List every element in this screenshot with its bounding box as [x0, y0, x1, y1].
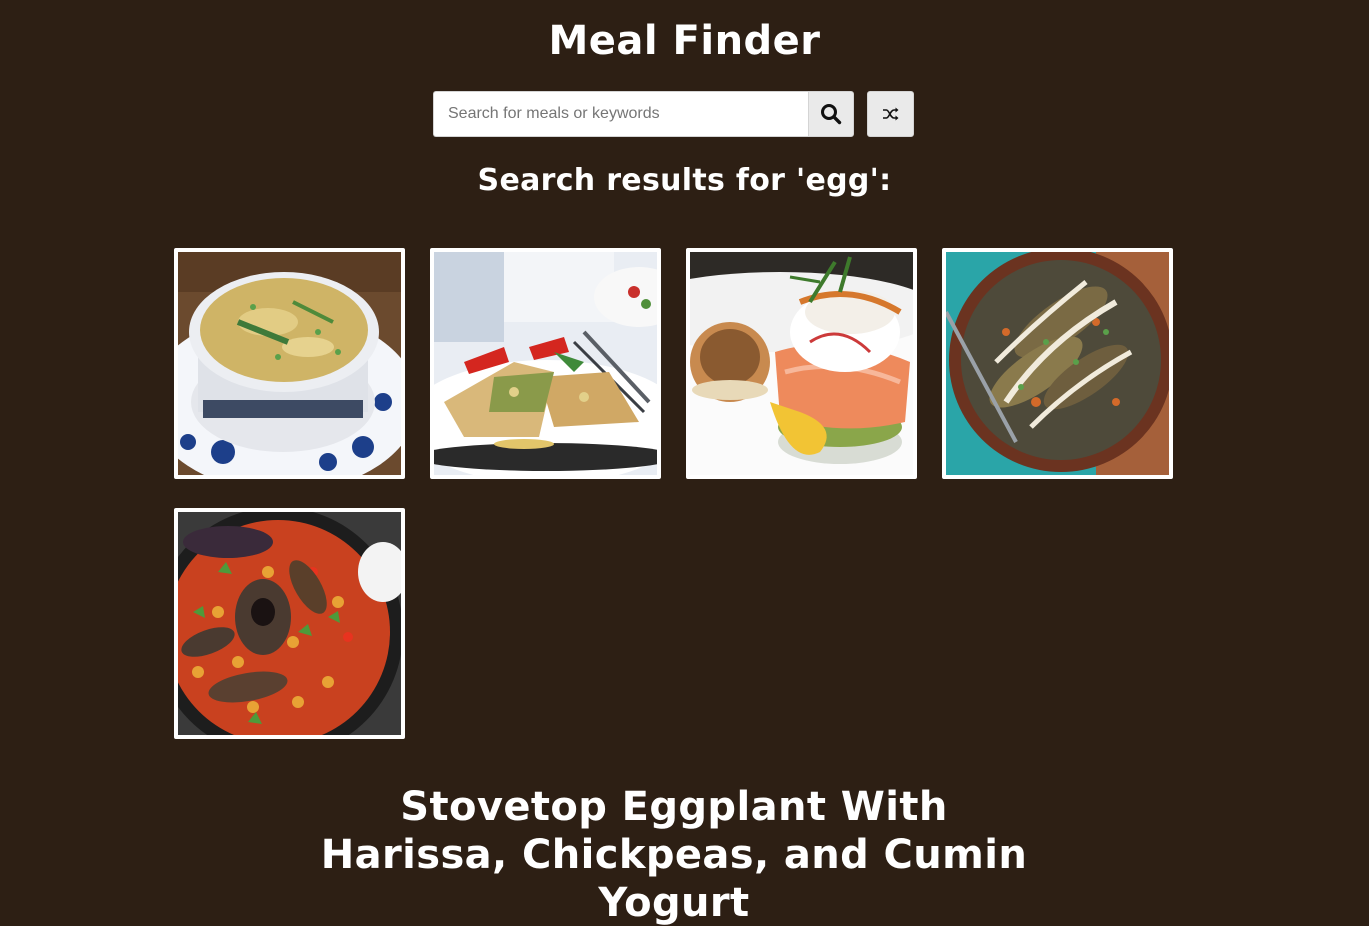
search-input[interactable]: [433, 91, 808, 137]
meal-image-lentils: [946, 252, 1169, 475]
search-button[interactable]: [808, 91, 854, 137]
meal-image-eggplant-skillet: [178, 512, 401, 735]
meal-card-3[interactable]: [686, 248, 917, 479]
shuffle-icon: [882, 107, 898, 121]
app-title: Meal Finder: [548, 18, 821, 64]
meal-image-benedict: [690, 252, 913, 475]
search-results-heading: Search results for 'egg':: [477, 163, 892, 198]
meal-card-1[interactable]: [174, 248, 405, 479]
meal-image-soup: [178, 252, 401, 475]
meal-card-2[interactable]: [430, 248, 661, 479]
selected-meal-title: Stovetop Eggplant With Harissa, Chickpea…: [320, 784, 1028, 926]
search-icon: [821, 104, 842, 125]
search-form: [433, 91, 914, 137]
random-meal-button[interactable]: [867, 91, 914, 137]
meal-card-5[interactable]: [174, 508, 405, 739]
meal-card-4[interactable]: [942, 248, 1173, 479]
meal-image-wrap: [434, 252, 657, 475]
meals-grid: [174, 248, 1175, 739]
